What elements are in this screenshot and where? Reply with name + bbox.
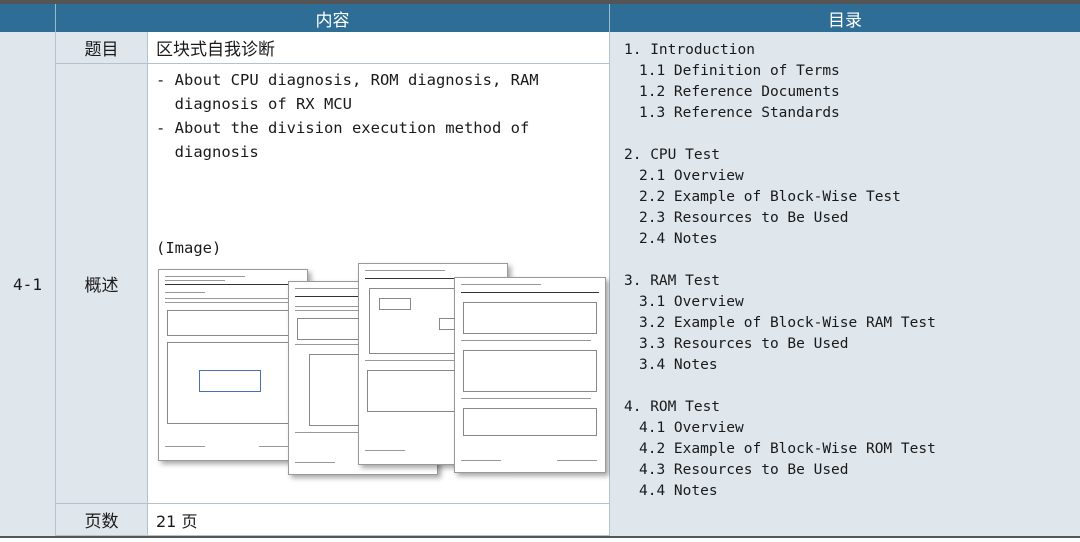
summary-label: 概述 bbox=[56, 64, 148, 504]
toc-gap bbox=[624, 124, 1066, 145]
toc-subsection: 4.4 Notes bbox=[639, 483, 718, 499]
toc-section: 2. CPU Test bbox=[624, 147, 721, 163]
summary-value: - About CPU diagnosis, ROM diagnosis, RA… bbox=[148, 64, 610, 504]
toc-subsection: 2.4 Notes bbox=[639, 231, 718, 247]
summary-line: diagnosis bbox=[156, 143, 259, 161]
toc-subsection: 1.3 Reference Standards bbox=[639, 105, 840, 121]
toc-section: 3. RAM Test bbox=[624, 273, 721, 289]
page-thumbnail bbox=[158, 269, 308, 461]
toc-subsection: 4.1 Overview bbox=[639, 420, 744, 436]
summary-line: - About CPU diagnosis, ROM diagnosis, RA… bbox=[156, 71, 539, 89]
summary-line: - About the division execution method of bbox=[156, 119, 530, 137]
document-table: 内容 目录 4-1 题目 区块式自我诊断 概述 - About CPU diag… bbox=[0, 0, 1080, 542]
toc-section: 1. Introduction bbox=[624, 42, 755, 58]
toc-subsection: 2.3 Resources to Be Used bbox=[639, 210, 849, 226]
toc-subsection: 3.3 Resources to Be Used bbox=[639, 336, 849, 352]
page-thumbnail bbox=[454, 277, 606, 473]
toc-subsection: 4.2 Example of Block-Wise ROM Test bbox=[639, 441, 936, 457]
toc-subsection: 3.1 Overview bbox=[639, 294, 744, 310]
toc-section: 4. ROM Test bbox=[624, 399, 721, 415]
toc-subsection: 3.2 Example of Block-Wise RAM Test bbox=[639, 315, 936, 331]
toc-subsection: 3.4 Notes bbox=[639, 357, 718, 373]
toc-gap bbox=[624, 376, 1066, 397]
summary-line: diagnosis of RX MCU bbox=[156, 95, 352, 113]
bottom-rule bbox=[0, 536, 1080, 538]
pages-label: 页数 bbox=[56, 504, 148, 536]
toc-subsection: 1.1 Definition of Terms bbox=[639, 63, 840, 79]
header-content: 内容 bbox=[56, 4, 610, 32]
toc-gap bbox=[624, 250, 1066, 271]
document-page-thumbnails bbox=[158, 263, 606, 494]
toc-subsection: 4.3 Resources to Be Used bbox=[639, 462, 849, 478]
toc-subsection: 2.1 Overview bbox=[639, 168, 744, 184]
toc-subsection: 1.2 Reference Documents bbox=[639, 84, 840, 100]
table-of-contents: 1. Introduction 1.1 Definition of Terms … bbox=[610, 32, 1080, 536]
pages-value: 21 页 bbox=[148, 504, 610, 536]
title-value: 区块式自我诊断 bbox=[148, 32, 610, 64]
header-blank-cell bbox=[0, 4, 56, 32]
title-label: 题目 bbox=[56, 32, 148, 64]
header-toc: 目录 bbox=[610, 4, 1080, 32]
toc-subsection: 2.2 Example of Block-Wise Test bbox=[639, 189, 901, 205]
image-label: (Image) bbox=[156, 239, 222, 257]
row-id: 4-1 bbox=[0, 32, 56, 536]
